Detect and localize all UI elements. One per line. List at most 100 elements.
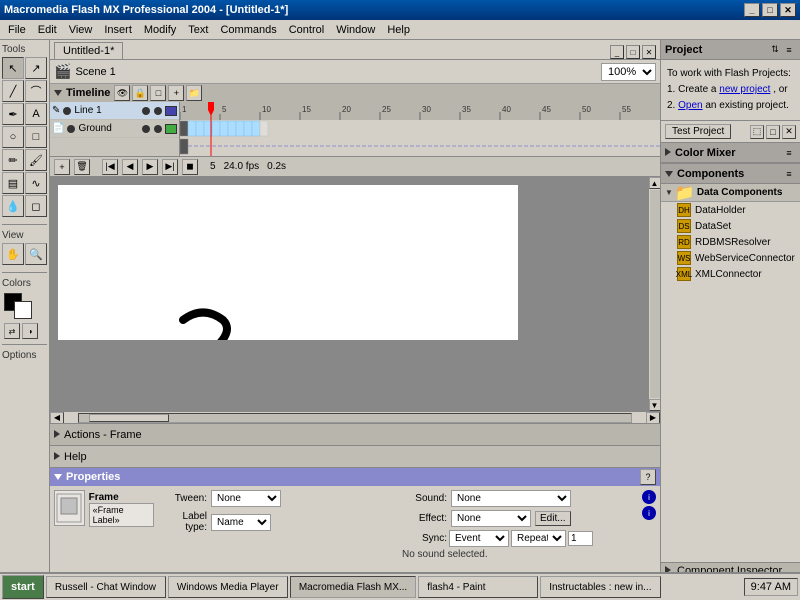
v-scroll-down-btn[interactable]: ▼ — [649, 399, 661, 411]
menu-window[interactable]: Window — [330, 22, 381, 38]
tl-play-btn[interactable]: |◀ — [102, 159, 118, 175]
oval-tool[interactable]: ○ — [2, 126, 24, 148]
comp-item-dataset[interactable]: DS DataSet — [661, 218, 800, 234]
tl-eye-btn[interactable]: 👁 — [114, 85, 130, 101]
layer-row-ground[interactable]: 📄 Ground — [50, 120, 179, 138]
eraser-tool[interactable]: ◻ — [25, 195, 47, 217]
comp-item-webservice[interactable]: WS WebServiceConnector — [661, 250, 800, 266]
sound-label: Sound: — [402, 493, 447, 504]
components-menu-btn[interactable]: ≡ — [782, 167, 796, 181]
menu-file[interactable]: File — [2, 22, 32, 38]
line-tool[interactable]: ╱ — [2, 80, 24, 102]
tween-select[interactable]: None Motion Shape — [211, 490, 281, 507]
taskbar-item-instructables[interactable]: Instructables : new in... — [540, 576, 660, 598]
tl-delete-layer-btn[interactable]: 🗑 — [74, 159, 90, 175]
layer-lock-2 — [154, 125, 162, 133]
menu-commands[interactable]: Commands — [214, 22, 282, 38]
pen-tool[interactable]: ✒ — [2, 103, 24, 125]
layer-row-line1[interactable]: ✎ Line 1 — [50, 102, 179, 120]
arrow-tool[interactable]: ↖ — [2, 57, 24, 79]
actions-panel[interactable]: Actions - Frame — [50, 424, 660, 446]
text-tool[interactable]: A — [25, 103, 47, 125]
eyedropper-tool[interactable]: 💧 — [2, 195, 24, 217]
props-info-btn[interactable]: ? — [640, 469, 656, 485]
fill-color[interactable] — [14, 301, 32, 319]
doc-maximize-btn[interactable]: □ — [626, 45, 640, 59]
tl-prev-frame-btn[interactable]: ◀ — [122, 159, 138, 175]
tl-outline-btn[interactable]: □ — [150, 85, 166, 101]
help-panel[interactable]: Help — [50, 446, 660, 468]
project-open-link[interactable]: Open — [678, 100, 702, 111]
doc-close-btn[interactable]: ✕ — [642, 45, 656, 59]
lasso-tool[interactable]: ⌒ — [25, 80, 47, 102]
menu-modify[interactable]: Modify — [138, 22, 182, 38]
rect-tool[interactable]: □ — [25, 126, 47, 148]
canvas-container[interactable] — [50, 177, 648, 411]
menu-control[interactable]: Control — [283, 22, 330, 38]
repeat-count[interactable] — [568, 531, 593, 546]
subselect-tool[interactable]: ↗ — [25, 57, 47, 79]
comp-group-data-header[interactable]: ▼ 📁 Data Components — [661, 184, 800, 202]
start-button[interactable]: start — [2, 575, 44, 599]
menu-text[interactable]: Text — [182, 22, 214, 38]
h-scroll-right-btn[interactable]: ▶ — [646, 412, 660, 424]
comp-item-dataholder[interactable]: DH DataHolder — [661, 202, 800, 218]
taskbar-item-paint[interactable]: flash4 - Paint — [418, 576, 538, 598]
h-scrollbar[interactable]: ◀ ▶ — [50, 411, 660, 423]
repeat-select[interactable]: Repeat Loop — [511, 530, 566, 547]
color-mixer-header[interactable]: Color Mixer ≡ — [661, 143, 800, 163]
test-proj-icon1[interactable]: ⬚ — [750, 125, 764, 139]
h-scroll-left-btn[interactable]: ◀ — [50, 412, 64, 424]
tl-last-frame-btn[interactable]: ▶| — [162, 159, 178, 175]
timeline-header[interactable]: Timeline 👁 🔒 □ + 📁 — [50, 84, 660, 102]
test-proj-icon2[interactable]: □ — [766, 125, 780, 139]
minimize-btn[interactable]: _ — [744, 3, 760, 17]
tl-new-layer-btn[interactable]: + — [168, 85, 184, 101]
test-project-btn[interactable]: Test Project — [665, 124, 731, 139]
ink-tool[interactable]: ∿ — [25, 172, 47, 194]
close-btn[interactable]: ✕ — [780, 3, 796, 17]
effect-select[interactable]: None — [451, 510, 531, 527]
pencil-tool[interactable]: ✏ — [2, 149, 24, 171]
project-menu-btn[interactable]: ≡ — [782, 43, 796, 57]
fill-tool[interactable]: ▤ — [2, 172, 24, 194]
default-colors-btn[interactable]: ◑ — [22, 323, 38, 339]
effect-edit-btn[interactable]: Edit... — [535, 511, 571, 526]
zoom-select[interactable]: 100% 50% 200% — [601, 63, 656, 81]
maximize-btn[interactable]: □ — [762, 3, 778, 17]
taskbar-item-mediaplayer[interactable]: Windows Media Player — [168, 576, 288, 598]
properties-header[interactable]: Properties ? — [50, 468, 660, 486]
taskbar-item-flash[interactable]: Macromedia Flash MX... — [290, 576, 416, 598]
project-new-link[interactable]: new project — [719, 84, 770, 95]
menu-insert[interactable]: Insert — [98, 22, 138, 38]
tl-add-layer-btn[interactable]: + — [54, 159, 70, 175]
v-scroll-up-btn[interactable]: ▲ — [649, 177, 661, 189]
menu-help[interactable]: Help — [381, 22, 416, 38]
comp-item-rdbms[interactable]: RD RDBMSResolver — [661, 234, 800, 250]
brush-tool[interactable]: 🖌 — [25, 149, 47, 171]
prop-icon-2[interactable]: i — [642, 506, 656, 520]
test-proj-icon3[interactable]: ✕ — [782, 125, 796, 139]
comp-item-xml[interactable]: XML XMLConnector — [661, 266, 800, 282]
zoom-tool[interactable]: 🔍 — [25, 243, 47, 265]
doc-minimize-btn[interactable]: _ — [610, 45, 624, 59]
tl-lock-btn[interactable]: 🔒 — [132, 85, 148, 101]
taskbar-item-chat[interactable]: Russell - Chat Window — [46, 576, 166, 598]
project-sort-btn[interactable]: ⇅ — [768, 43, 782, 57]
label-type-select[interactable]: Name Comment Anchor — [211, 514, 271, 531]
sync-select[interactable]: Event Start Stop Stream — [449, 530, 509, 547]
tl-stop-btn[interactable]: ◼ — [182, 159, 198, 175]
tl-next-frame-btn[interactable]: ▶ — [142, 159, 158, 175]
doc-tab[interactable]: Untitled-1* — [54, 42, 123, 59]
tl-new-folder-btn[interactable]: 📁 — [186, 85, 202, 101]
hand-tool[interactable]: ✋ — [2, 243, 24, 265]
menu-view[interactable]: View — [63, 22, 99, 38]
swap-colors-btn[interactable]: ⇄ — [4, 323, 20, 339]
color-mixer-menu-btn[interactable]: ≡ — [782, 146, 796, 160]
view-label: View — [2, 228, 47, 243]
h-scroll-thumb[interactable] — [89, 414, 169, 422]
prop-icon-1[interactable]: i — [642, 490, 656, 504]
menu-edit[interactable]: Edit — [32, 22, 63, 38]
prop-tween-section: Tween: None Motion Shape Label type: Nam… — [162, 490, 394, 560]
sound-select[interactable]: None — [451, 490, 571, 507]
